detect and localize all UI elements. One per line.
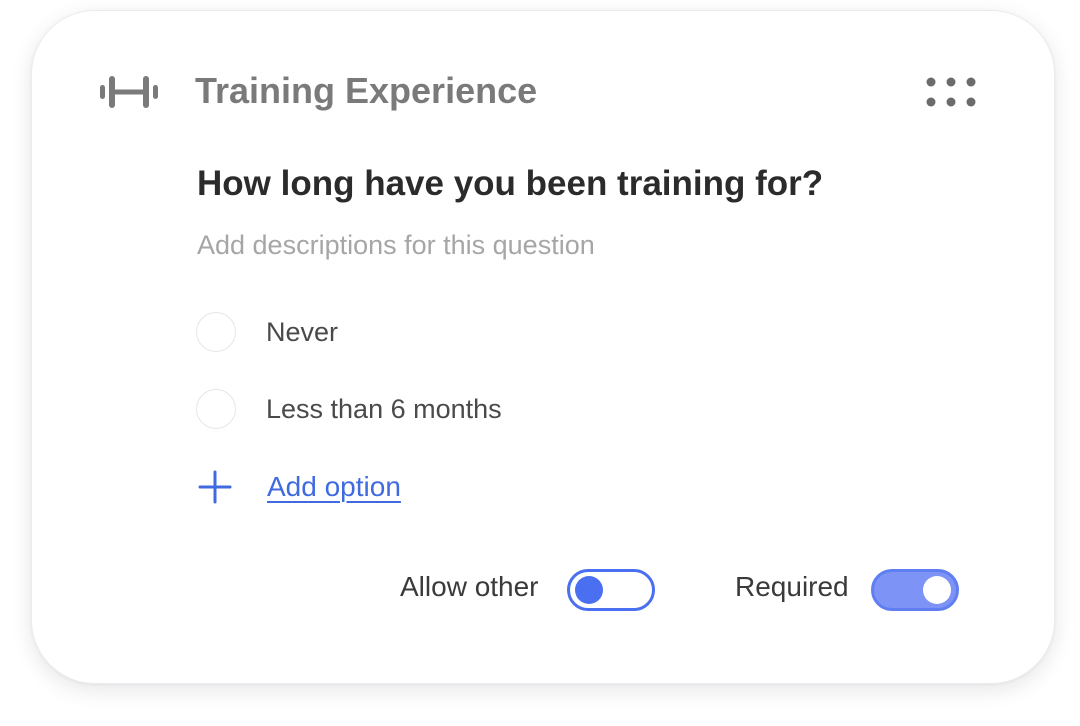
plus-icon[interactable]: [198, 470, 232, 504]
dumbbell-icon: [100, 75, 158, 109]
allow-other-toggle[interactable]: [567, 569, 655, 611]
description-field[interactable]: Add descriptions for this question: [197, 227, 595, 263]
required-label: Required: [735, 571, 849, 602]
option-label: Never: [266, 316, 339, 347]
section-title: Training Experience: [195, 70, 538, 111]
toggle-knob: [923, 576, 951, 604]
radio-button[interactable]: [196, 389, 236, 429]
grip-dots-icon[interactable]: [926, 77, 976, 107]
option-never[interactable]: Never: [196, 310, 338, 354]
toggle-knob: [575, 576, 603, 604]
add-option-row: Add option: [198, 467, 401, 507]
radio-button[interactable]: [196, 312, 236, 352]
option-label: Less than 6 months: [266, 393, 502, 424]
question-title[interactable]: How long have you been training for?: [197, 162, 823, 206]
question-card: Training Experience How long have you be…: [31, 10, 1055, 684]
add-option-link[interactable]: Add option: [267, 471, 401, 503]
option-less-than-6-months[interactable]: Less than 6 months: [196, 387, 502, 431]
required-toggle[interactable]: [871, 569, 959, 611]
allow-other-label: Allow other: [400, 571, 539, 602]
